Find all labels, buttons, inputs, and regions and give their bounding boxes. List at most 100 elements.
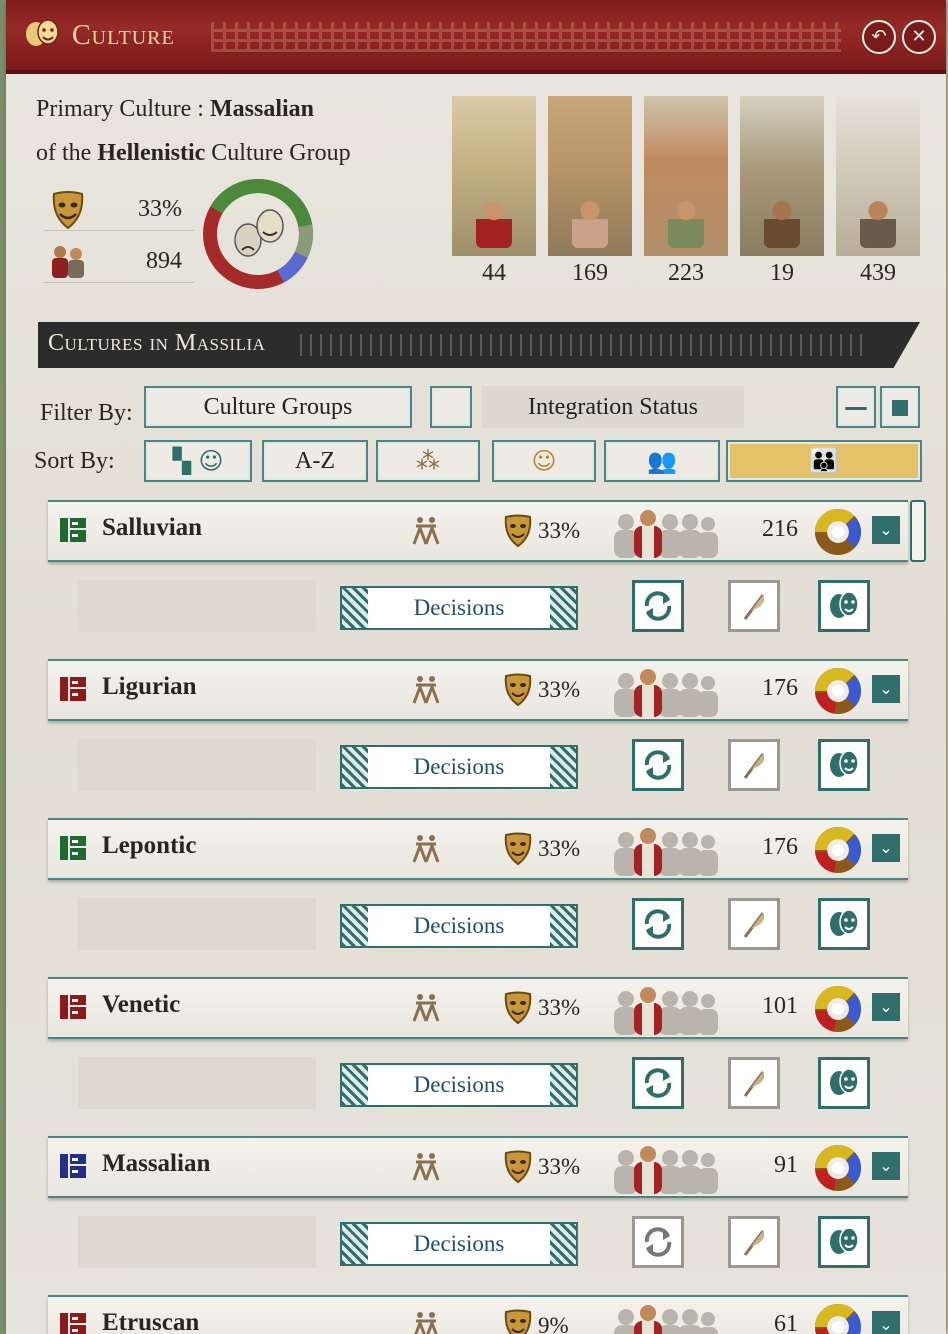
crowd-icon — [608, 665, 718, 717]
pop-type-donut[interactable] — [814, 508, 862, 556]
culture-name[interactable]: Ligurian — [102, 673, 196, 701]
quill-icon — [743, 594, 765, 620]
collapse-all-button[interactable]: — — [836, 386, 876, 428]
culture-name[interactable]: Venetic — [102, 991, 180, 1019]
pop-count: 19 — [770, 260, 794, 286]
expand-chevron-button[interactable]: ⌄ — [872, 1152, 900, 1180]
culture-population: 216 — [762, 516, 798, 542]
assimilate-button[interactable] — [728, 580, 780, 632]
crowd-icon — [608, 824, 718, 876]
culture-row[interactable]: Massalian 33% 91 ⌄ — [48, 1136, 908, 1198]
decisions-button[interactable]: Decisions — [340, 586, 578, 630]
pop-type-donut[interactable] — [814, 1303, 862, 1334]
assimilate-button[interactable] — [728, 1057, 780, 1109]
integrate-button[interactable] — [632, 739, 684, 791]
sort-az-button[interactable]: A-Z — [262, 440, 368, 482]
culture-traits-icon[interactable] — [408, 673, 444, 707]
empty-slot — [78, 739, 316, 791]
section-title: Cultures in Massilia — [48, 330, 266, 356]
expand-chevron-button[interactable]: ⌄ — [872, 993, 900, 1021]
theater-masks-icon — [830, 1068, 859, 1095]
population-icon — [48, 242, 88, 282]
sort-by-group-button[interactable]: ▚ ☺ — [144, 440, 252, 482]
assimilate-button[interactable] — [728, 739, 780, 791]
expand-all-button[interactable] — [880, 386, 920, 428]
culture-flag-icon — [60, 836, 86, 860]
culture-name[interactable]: Etruscan — [102, 1309, 199, 1334]
decisions-button[interactable]: Decisions — [340, 745, 578, 789]
sort-by-happiness-button[interactable]: ☺ — [492, 440, 596, 482]
culture-row[interactable]: Venetic 33% 101 ⌄ — [48, 977, 908, 1039]
culture-row[interactable]: Salluvian 33% 216 ⌄ — [48, 500, 908, 562]
empty-slot — [78, 580, 316, 632]
culture-name[interactable]: Lepontic — [102, 832, 196, 860]
culture-masks-button[interactable] — [818, 1057, 870, 1109]
pop-card-others[interactable]: 439 — [836, 96, 920, 292]
window-title: Culture — [72, 20, 175, 51]
population-value: 894 — [146, 248, 182, 274]
filter-integration-status-button[interactable]: Integration Status — [482, 386, 744, 428]
culture-masks-button[interactable] — [818, 1216, 870, 1268]
sort-by-population-button[interactable]: 👪 — [726, 440, 922, 482]
decisions-button[interactable]: Decisions — [340, 1063, 578, 1107]
empty-slot — [78, 1057, 316, 1109]
happiness-stat[interactable]: 33% — [44, 190, 194, 231]
pop-type-donut[interactable] — [814, 667, 862, 715]
culture-name[interactable]: Massalian — [102, 1150, 210, 1178]
culture-masks-button[interactable] — [818, 739, 870, 791]
culture-traits-icon[interactable] — [408, 991, 444, 1025]
happiness-value: 33% — [138, 196, 182, 222]
expand-chevron-button[interactable]: ⌄ — [872, 834, 900, 862]
pop-type-donut[interactable] — [814, 985, 862, 1033]
culture-row[interactable]: Ligurian 33% 176 ⌄ — [48, 659, 908, 721]
theater-masks-icon — [830, 591, 859, 618]
close-button[interactable]: ✕ — [902, 20, 936, 54]
culture-row[interactable]: Lepontic 33% 176 ⌄ — [48, 818, 908, 880]
pop-type-donut[interactable] — [814, 826, 862, 874]
culture-group-name[interactable]: Hellenistic — [97, 140, 205, 166]
culture-row[interactable]: Etruscan 9% 61 ⌄ — [48, 1295, 908, 1334]
assimilate-button[interactable] — [728, 1216, 780, 1268]
assimilate-button[interactable] — [728, 898, 780, 950]
culture-happiness: 33% — [538, 677, 581, 702]
sort-by-pop-type-button[interactable]: 👥 — [604, 440, 720, 482]
expand-chevron-button[interactable]: ⌄ — [872, 516, 900, 544]
filter-culture-groups-button[interactable]: Culture Groups — [144, 386, 412, 428]
decisions-button[interactable]: Decisions — [340, 1222, 578, 1266]
culture-flag-icon — [60, 1313, 86, 1334]
culture-masks-button[interactable] — [818, 580, 870, 632]
integrate-button[interactable] — [632, 580, 684, 632]
pop-type-donut[interactable] — [814, 1144, 862, 1192]
integrate-button[interactable] — [632, 898, 684, 950]
culture-traits-icon[interactable] — [408, 832, 444, 866]
integrate-button[interactable] — [632, 1057, 684, 1109]
expand-chevron-button[interactable]: ⌄ — [872, 1311, 900, 1334]
culture-happiness-donut[interactable] — [202, 178, 314, 290]
culture-population: 91 — [774, 1152, 798, 1178]
pop-card-freemen[interactable]: 169 — [548, 96, 632, 292]
culture-traits-icon[interactable] — [408, 1309, 444, 1334]
filter-toggle-checkbox[interactable] — [430, 386, 472, 428]
flag-and-masks-icon: ▚ ☺ — [172, 447, 224, 475]
population-stat[interactable]: 894 — [44, 242, 194, 283]
back-button[interactable]: ↶ — [862, 20, 896, 54]
pop-card-slaves[interactable]: 19 — [740, 96, 824, 292]
culture-population: 176 — [762, 834, 798, 860]
pop-card-tribesmen[interactable]: 223 — [644, 96, 728, 292]
decisions-button[interactable]: Decisions — [340, 904, 578, 948]
sort-by-traits-button[interactable]: ⁂ — [376, 440, 480, 482]
pop-card-citizens[interactable]: 44 — [452, 96, 536, 292]
primary-culture-name[interactable]: Massalian — [210, 96, 314, 122]
empty-slot — [78, 898, 316, 950]
culture-happiness: 33% — [538, 995, 581, 1020]
theater-masks-icon — [22, 18, 62, 54]
culture-masks-button[interactable] — [818, 898, 870, 950]
happiness-mask-icon — [504, 1309, 532, 1334]
culture-name[interactable]: Salluvian — [102, 514, 202, 542]
expand-chevron-button[interactable]: ⌄ — [872, 675, 900, 703]
theater-masks-icon — [830, 909, 859, 936]
integrate-button[interactable] — [632, 1216, 684, 1268]
culture-traits-icon[interactable] — [408, 514, 444, 548]
list-scrollbar[interactable] — [910, 500, 926, 562]
culture-traits-icon[interactable] — [408, 1150, 444, 1184]
